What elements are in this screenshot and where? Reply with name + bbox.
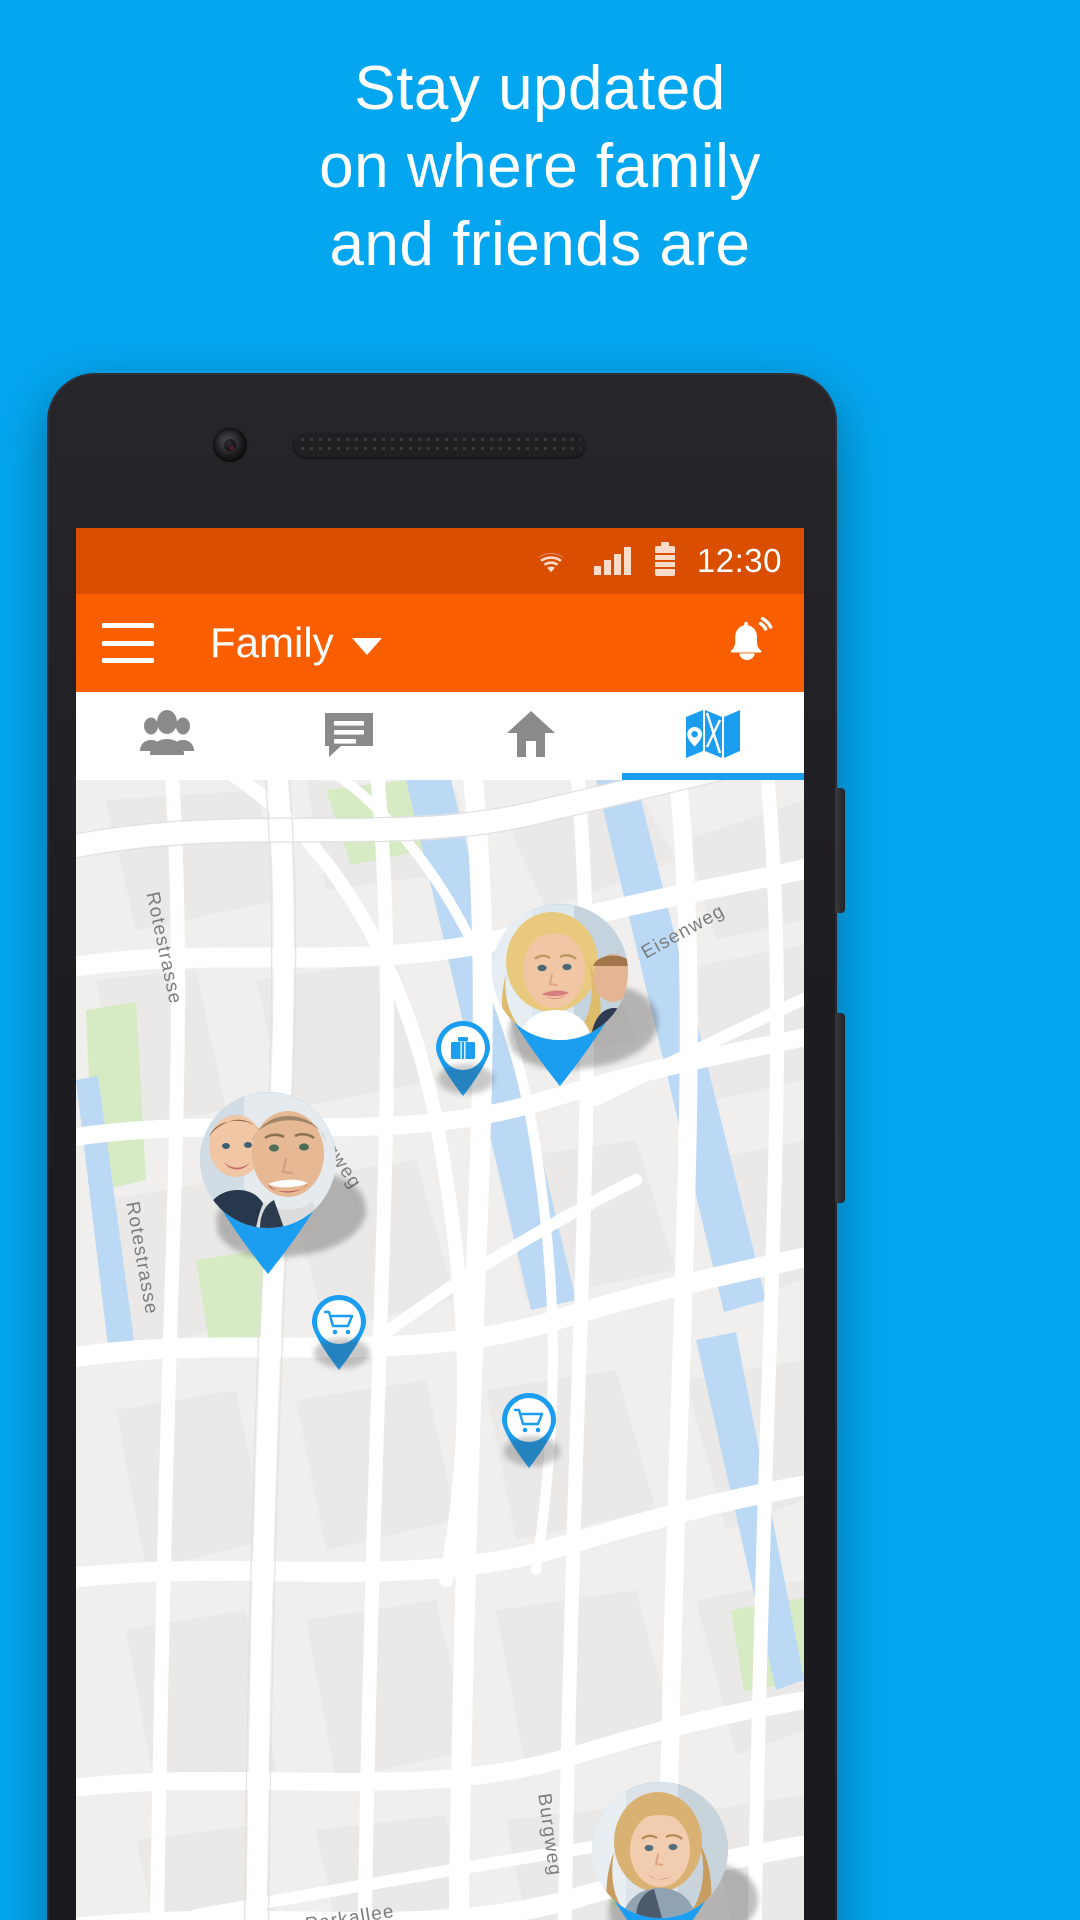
avatar (592, 1782, 728, 1918)
marker-shadow (504, 1436, 560, 1466)
people-group-icon (139, 709, 195, 764)
map-marker-poi-shopping-cart-2[interactable] (496, 1388, 562, 1470)
status-bar-clock: 12:30 (696, 542, 782, 579)
battery-icon (654, 542, 675, 576)
marker-shadow (438, 1064, 494, 1094)
tab-active-indicator (622, 773, 804, 780)
tab-map[interactable] (622, 692, 804, 780)
headline-line-3: and friends are (329, 210, 751, 279)
map-view[interactable]: Rotestrasse Eisenweg Burgweg Rotestrasse… (76, 780, 804, 1920)
chevron-down-icon[interactable] (351, 637, 382, 655)
power-button[interactable] (835, 788, 845, 913)
map-canvas (76, 780, 804, 1920)
promo-headline: Stay updated on where family and friends… (0, 50, 1080, 284)
cellular-signal-icon (593, 547, 631, 575)
bell-ringing-icon[interactable] (716, 612, 778, 674)
map-marker-poi-briefcase[interactable] (430, 1016, 496, 1098)
volume-button[interactable] (835, 1013, 845, 1203)
map-marker-person-man-with-boy[interactable] (188, 1080, 372, 1276)
phone-screen: 12:30 Family Rotestrasse Eisenweg Rotest… (76, 528, 804, 1920)
status-bar: 12:30 (76, 528, 804, 594)
map-folded-icon (684, 707, 742, 766)
headline-line-1: Stay updated (354, 54, 726, 123)
tab-bar (76, 692, 804, 780)
avatar (492, 904, 628, 1040)
map-marker-poi-shopping-cart-1[interactable] (306, 1290, 372, 1372)
chat-bubble-icon (323, 709, 375, 764)
avatar (200, 1092, 336, 1228)
earpiece-speaker-icon (292, 431, 587, 459)
tab-home[interactable] (440, 692, 622, 780)
phone-device-frame: 12:30 Family Rotestrasse Eisenweg Rotest… (47, 373, 845, 1920)
tab-group[interactable] (76, 692, 258, 780)
app-bar: Family (76, 594, 804, 692)
map-marker-person-teen-girl[interactable] (580, 1770, 764, 1920)
group-selector[interactable]: Family (210, 619, 382, 667)
front-camera-icon (213, 428, 247, 462)
status-bar-icons (532, 542, 675, 576)
map-marker-person-blonde-woman[interactable] (480, 892, 664, 1088)
hamburger-menu-icon[interactable] (102, 623, 154, 663)
marker-shadow (314, 1338, 370, 1368)
home-icon (505, 709, 557, 764)
tab-chat[interactable] (258, 692, 440, 780)
wifi-icon (532, 547, 570, 576)
headline-line-2: on where family (319, 132, 761, 201)
app-bar-title: Family (210, 619, 334, 666)
